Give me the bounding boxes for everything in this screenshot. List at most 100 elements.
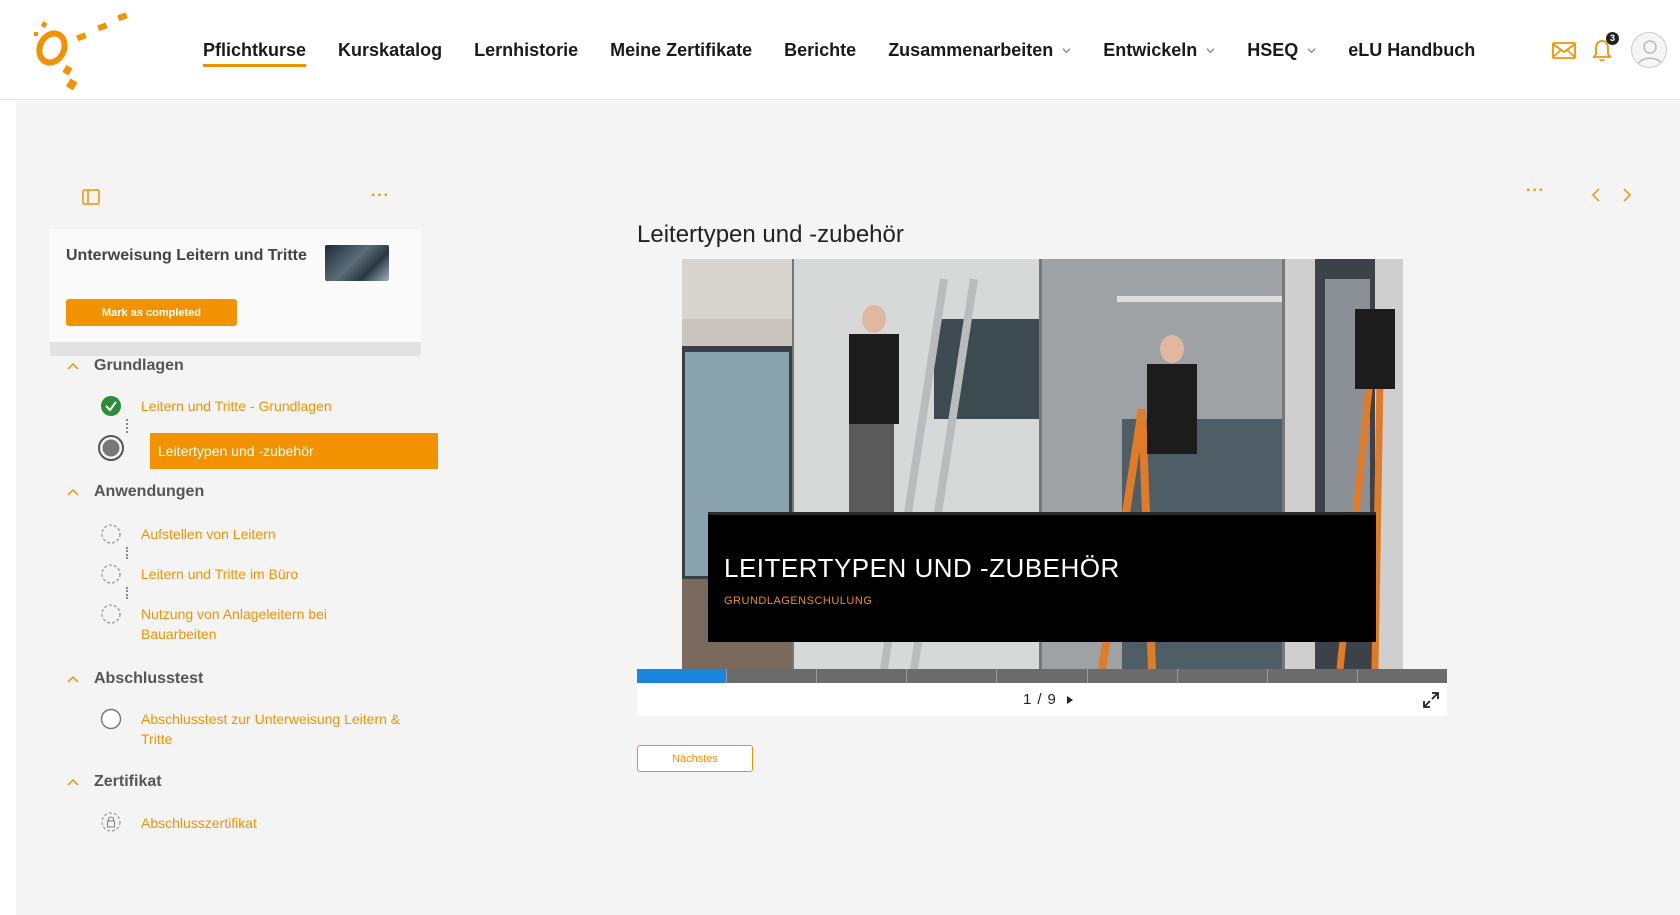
nav-label: HSEQ bbox=[1247, 39, 1299, 60]
slide-title-box: LEITERTYPEN UND -ZUBEHÖR GRUNDLAGENSCHUL… bbox=[708, 512, 1376, 642]
progress-segment[interactable] bbox=[1088, 669, 1178, 683]
slide-subheading: GRUNDLAGENSCHULUNG bbox=[724, 595, 873, 607]
sidebar-more-icon[interactable]: ··· bbox=[371, 187, 390, 205]
mark-as-completed-button[interactable]: Mark as completed bbox=[66, 299, 237, 326]
chevron-up-icon bbox=[67, 488, 79, 496]
not-started-circle-icon bbox=[101, 604, 121, 624]
section-title: Anwendungen bbox=[94, 483, 205, 500]
slide-progress-bar[interactable] bbox=[637, 669, 1447, 683]
check-circle-icon bbox=[101, 396, 121, 416]
lesson-label: Nutzung von Anlageleitern bei Bauarbeite… bbox=[141, 606, 328, 642]
progress-segment[interactable] bbox=[637, 669, 728, 683]
header-actions: 3 bbox=[1551, 0, 1680, 100]
chevron-up-icon bbox=[67, 362, 79, 370]
chevron-down-icon bbox=[1307, 47, 1316, 53]
nav-item-kurskatalog[interactable]: Kurskatalog bbox=[338, 40, 442, 61]
nav-label: eLU Handbuch bbox=[1348, 39, 1476, 60]
course-card: Unterweisung Leitern und Tritte Mark as … bbox=[50, 229, 421, 344]
page-title: Leitertypen und -zubehör bbox=[637, 221, 904, 248]
main-navigation: Pflichtkurse Kurskatalog Lernhistorie Me… bbox=[203, 0, 1507, 100]
chevron-left-icon[interactable] bbox=[1590, 187, 1602, 203]
chevron-up-icon bbox=[67, 778, 79, 786]
lesson-label: Aufstellen von Leitern bbox=[141, 526, 276, 542]
chevron-down-icon bbox=[1206, 47, 1215, 53]
user-silhouette-icon bbox=[1637, 40, 1663, 66]
section-title: Abschlusstest bbox=[94, 670, 204, 687]
mail-icon[interactable] bbox=[1551, 37, 1577, 63]
progress-segment[interactable] bbox=[997, 669, 1088, 683]
user-avatar[interactable] bbox=[1631, 32, 1667, 68]
section-anwendungen[interactable]: Anwendungen bbox=[66, 483, 204, 501]
lesson-item-current[interactable]: Leitertypen und -zubehör bbox=[98, 433, 438, 469]
lesson-label: Abschlusstest zur Unterweisung Leitern &… bbox=[141, 711, 401, 747]
nav-item-zusammenarbeiten[interactable]: Zusammenarbeiten bbox=[888, 40, 1071, 61]
section-grundlagen[interactable]: Grundlagen bbox=[66, 357, 184, 375]
slide-image: LEITERTYPEN UND -ZUBEHÖR GRUNDLAGENSCHUL… bbox=[682, 259, 1403, 669]
nav-item-entwickeln[interactable]: Entwickeln bbox=[1103, 40, 1215, 61]
nav-item-berichte[interactable]: Berichte bbox=[784, 40, 856, 61]
slide-player: LEITERTYPEN UND -ZUBEHÖR GRUNDLAGENSCHUL… bbox=[637, 259, 1447, 683]
progress-segment[interactable] bbox=[907, 669, 998, 683]
progress-segment[interactable] bbox=[727, 669, 818, 683]
progress-segment[interactable] bbox=[1268, 669, 1358, 683]
notification-count-badge: 3 bbox=[1606, 32, 1619, 45]
page-separator: / bbox=[1037, 691, 1042, 708]
lesson-label: Abschlusszertifikat bbox=[141, 815, 257, 831]
slide-pager: 1 / 9 bbox=[1023, 691, 1074, 708]
lesson-item[interactable]: Leitern und Tritte - Grundlagen bbox=[100, 395, 430, 417]
progress-segment[interactable] bbox=[1178, 669, 1268, 683]
nav-label: Berichte bbox=[784, 39, 857, 60]
nav-label: Lernhistorie bbox=[474, 39, 579, 60]
course-progress-bar bbox=[50, 342, 421, 356]
nav-item-lernhistorie[interactable]: Lernhistorie bbox=[474, 40, 578, 61]
progress-segment[interactable] bbox=[1358, 669, 1447, 683]
nav-item-meine-zertifikate[interactable]: Meine Zertifikate bbox=[610, 40, 752, 61]
lesson-item[interactable]: Leitern und Tritte im Büro bbox=[100, 563, 430, 585]
notifications-button[interactable]: 3 bbox=[1589, 32, 1619, 63]
connector-line bbox=[126, 419, 128, 433]
nav-label: Meine Zertifikate bbox=[610, 39, 753, 60]
lesson-label: Leitertypen und -zubehör bbox=[150, 433, 438, 469]
nav-item-elu-handbuch[interactable]: eLU Handbuch bbox=[1348, 40, 1475, 61]
course-title: Unterweisung Leitern und Tritte bbox=[66, 247, 307, 264]
section-abschlusstest[interactable]: Abschlusstest bbox=[66, 670, 203, 688]
slide-heading: LEITERTYPEN UND -ZUBEHÖR bbox=[724, 553, 1120, 583]
chevron-right-icon[interactable] bbox=[1621, 187, 1633, 203]
section-zertifikat[interactable]: Zertifikat bbox=[66, 773, 162, 791]
connector-line bbox=[126, 547, 128, 559]
fullscreen-icon[interactable] bbox=[1423, 692, 1439, 708]
lesson-item[interactable]: Abschlusszertifikat bbox=[100, 811, 430, 833]
test-circle-icon bbox=[100, 708, 122, 730]
company-logo[interactable] bbox=[22, 8, 132, 92]
section-title: Grundlagen bbox=[94, 357, 184, 374]
nav-label: Entwickeln bbox=[1103, 39, 1198, 60]
current-page: 1 bbox=[1023, 691, 1032, 708]
connector-line bbox=[126, 587, 128, 599]
main-area: ··· Unterweisung Leitern und Tritte Mark… bbox=[16, 101, 1680, 915]
section-title: Zertifikat bbox=[94, 773, 162, 790]
lesson-item[interactable]: Abschlusstest zur Unterweisung Leitern &… bbox=[100, 708, 430, 752]
course-thumbnail bbox=[325, 245, 389, 281]
top-header: Pflichtkurse Kurskatalog Lernhistorie Me… bbox=[0, 0, 1680, 100]
lock-icon bbox=[101, 812, 121, 832]
lesson-item[interactable]: Nutzung von Anlageleitern bei Bauarbeite… bbox=[100, 603, 430, 647]
nav-item-pflichtkurse[interactable]: Pflichtkurse bbox=[203, 39, 307, 67]
chevron-down-icon bbox=[1062, 47, 1071, 53]
nav-label: Zusammenarbeiten bbox=[888, 39, 1054, 60]
play-next-icon[interactable] bbox=[1066, 695, 1074, 705]
next-button[interactable]: Nächstes bbox=[637, 745, 753, 772]
nav-label: Pflichtkurse bbox=[203, 39, 307, 60]
nav-item-hseq[interactable]: HSEQ bbox=[1247, 40, 1316, 61]
not-started-circle-icon bbox=[101, 564, 121, 584]
content-more-icon[interactable]: ··· bbox=[1526, 182, 1545, 200]
progress-segment[interactable] bbox=[817, 669, 908, 683]
lesson-item[interactable]: Aufstellen von Leitern bbox=[100, 523, 430, 545]
not-started-circle-icon bbox=[101, 524, 121, 544]
total-pages: 9 bbox=[1047, 691, 1056, 708]
player-controls: 1 / 9 bbox=[637, 683, 1447, 716]
lesson-label: Leitern und Tritte im Büro bbox=[141, 566, 299, 582]
lesson-label: Leitern und Tritte - Grundlagen bbox=[141, 398, 332, 414]
current-lesson-icon bbox=[98, 435, 124, 461]
sidebar-toggle-icon[interactable] bbox=[82, 189, 100, 205]
nav-label: Kurskatalog bbox=[338, 39, 443, 60]
